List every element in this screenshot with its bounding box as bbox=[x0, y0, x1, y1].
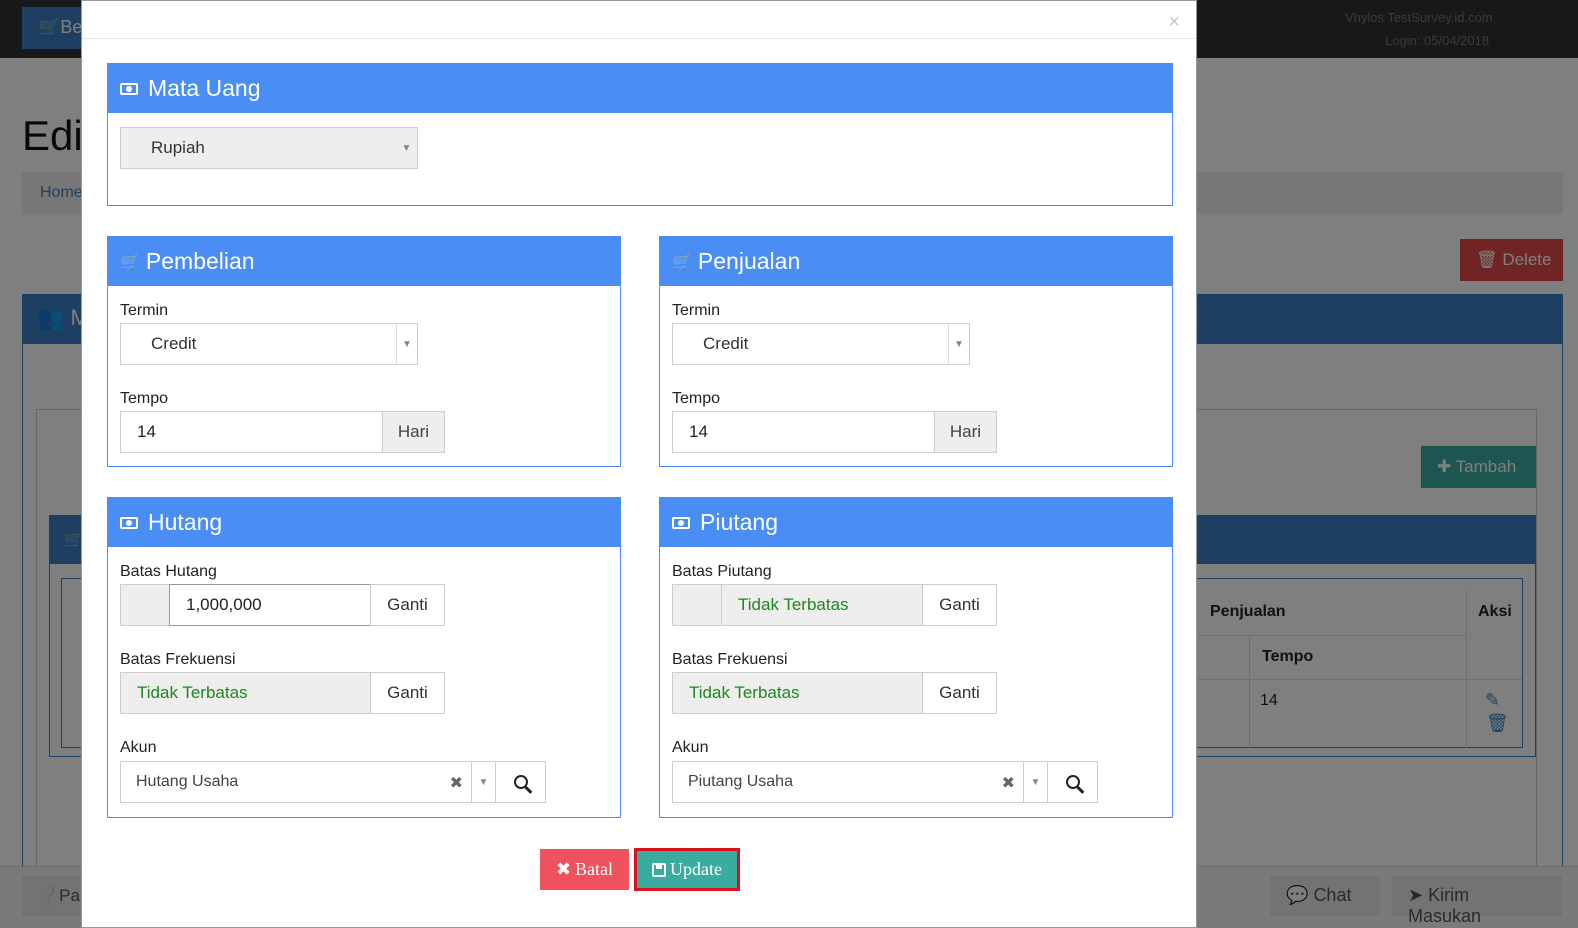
save-icon bbox=[652, 862, 666, 877]
chevron-down-icon: ▼ bbox=[1023, 762, 1047, 802]
ganti-frekuensi-button[interactable]: Ganti bbox=[370, 672, 445, 714]
akun-label: Akun bbox=[120, 739, 157, 756]
penjualan-tempo-input[interactable]: 14 bbox=[672, 411, 935, 453]
batas-piutang-label: Batas Piutang bbox=[672, 563, 772, 580]
batas-hutang-label: Batas Hutang bbox=[120, 563, 217, 580]
hutang-akun-select[interactable]: Hutang Usaha ✖ ▼ bbox=[120, 761, 496, 803]
update-label: Update bbox=[670, 859, 722, 879]
mata-uang-header: Mata Uang bbox=[108, 64, 1172, 113]
piutang-frekuensi-value: Tidak Terbatas bbox=[672, 672, 923, 714]
hutang-header: Hutang bbox=[108, 498, 620, 547]
money-icon bbox=[120, 516, 138, 529]
termin-label: Termin bbox=[672, 302, 721, 319]
termin-value: Credit bbox=[703, 334, 749, 353]
batas-frekuensi-label: Batas Frekuensi bbox=[120, 651, 236, 668]
piutang-title: Piutang bbox=[700, 509, 779, 535]
chevron-down-icon: ▼ bbox=[948, 324, 969, 364]
penjualan-termin-select[interactable]: Credit ▼ bbox=[672, 323, 970, 365]
modal-header: × bbox=[82, 1, 1196, 39]
piutang-akun-select[interactable]: Piutang Usaha ✖ ▼ bbox=[672, 761, 1048, 803]
mata-uang-select[interactable]: Rupiah ▼ bbox=[120, 127, 418, 169]
pembelian-termin-select[interactable]: Credit ▼ bbox=[120, 323, 418, 365]
chevron-down-icon: ▼ bbox=[396, 324, 417, 364]
akun-label: Akun bbox=[672, 739, 709, 756]
batas-hutang-input[interactable]: 1,000,000 bbox=[169, 584, 371, 626]
termin-label: Termin bbox=[120, 302, 169, 319]
ganti-batas-piutang-button[interactable]: Ganti bbox=[922, 584, 997, 626]
tempo-unit: Hari bbox=[382, 411, 445, 453]
clear-icon[interactable]: ✖ bbox=[450, 773, 463, 793]
penjualan-title: Penjualan bbox=[697, 248, 801, 274]
search-akun-button[interactable] bbox=[495, 761, 546, 803]
tempo-unit: Hari bbox=[934, 411, 997, 453]
batas-piutang-prefix bbox=[672, 584, 722, 626]
batas-piutang-value: Tidak Terbatas bbox=[721, 584, 923, 626]
search-icon bbox=[513, 775, 528, 789]
cart-icon: 🛒 bbox=[120, 253, 140, 271]
search-akun-button[interactable] bbox=[1047, 761, 1098, 803]
chevron-down-icon: ▼ bbox=[471, 762, 495, 802]
close-icon[interactable]: × bbox=[1168, 11, 1180, 34]
akun-value: Piutang Usaha bbox=[688, 773, 793, 790]
ganti-batas-hutang-button[interactable]: Ganti bbox=[370, 584, 445, 626]
mata-uang-title: Mata Uang bbox=[148, 75, 261, 101]
termin-value: Credit bbox=[151, 334, 197, 353]
money-icon bbox=[672, 516, 690, 529]
close-icon: ✖ bbox=[555, 859, 572, 879]
pembelian-panel: 🛒 Pembelian Termin Credit ▼ Tempo 14 Har… bbox=[107, 236, 621, 467]
hutang-panel: Hutang Batas Hutang 1,000,000 Ganti Bata… bbox=[107, 497, 621, 818]
hutang-title: Hutang bbox=[148, 509, 223, 535]
piutang-header: Piutang bbox=[660, 498, 1172, 547]
update-button[interactable]: Update bbox=[634, 848, 740, 891]
ganti-frekuensi-button[interactable]: Ganti bbox=[922, 672, 997, 714]
batas-frekuensi-label: Batas Frekuensi bbox=[672, 651, 788, 668]
mata-uang-panel: Mata Uang Rupiah ▼ bbox=[107, 63, 1173, 206]
akun-value: Hutang Usaha bbox=[136, 773, 239, 790]
tempo-label: Tempo bbox=[672, 390, 721, 407]
penjualan-panel: 🛒 Penjualan Termin Credit ▼ Tempo 14 Har… bbox=[659, 236, 1173, 467]
penjualan-header: 🛒 Penjualan bbox=[660, 237, 1172, 286]
search-icon bbox=[1065, 775, 1080, 789]
batas-hutang-prefix bbox=[120, 584, 170, 626]
cart-icon: 🛒 bbox=[672, 253, 692, 271]
pembelian-title: Pembelian bbox=[145, 248, 255, 274]
pembelian-header: 🛒 Pembelian bbox=[108, 237, 620, 286]
chevron-down-icon: ▼ bbox=[401, 142, 412, 154]
piutang-panel: Piutang Batas Piutang Tidak Terbatas Gan… bbox=[659, 497, 1173, 818]
batal-button[interactable]: ✖ Batal bbox=[540, 849, 629, 890]
batal-label: Batal bbox=[575, 859, 614, 879]
clear-icon[interactable]: ✖ bbox=[1002, 773, 1015, 793]
pembelian-tempo-input[interactable]: 14 bbox=[120, 411, 383, 453]
mata-uang-value: Rupiah bbox=[151, 138, 205, 157]
tempo-label: Tempo bbox=[120, 390, 169, 407]
hutang-frekuensi-value: Tidak Terbatas bbox=[120, 672, 371, 714]
money-icon bbox=[120, 82, 138, 95]
edit-modal: × Mata Uang Rupiah ▼ 🛒 Pembelian Termin … bbox=[81, 0, 1197, 928]
